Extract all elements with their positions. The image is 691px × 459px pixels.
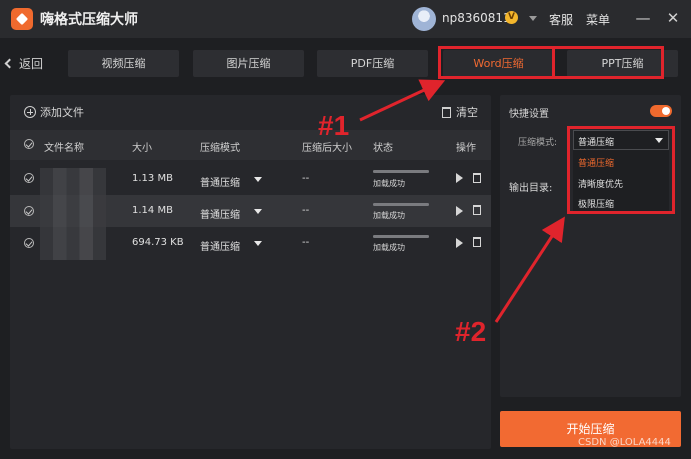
annotation-arrow-2 <box>494 216 565 323</box>
annotation-marker-1: #1 <box>318 110 350 141</box>
annotation-marker-2: #2 <box>455 316 487 347</box>
annotation-arrow-1 <box>359 79 446 122</box>
annotation-arrows <box>359 79 565 323</box>
